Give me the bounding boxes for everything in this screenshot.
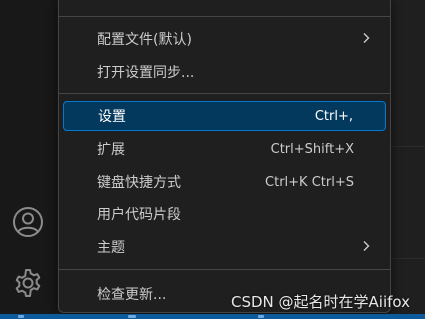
menu-item-label: 扩展: [97, 142, 125, 158]
menu-item-themes[interactable]: 主题: [63, 232, 386, 262]
menu-separator: [59, 269, 390, 270]
menu-item-label: 打开设置同步...: [97, 65, 195, 81]
menu-separator: [59, 93, 390, 94]
vscode-window: 配置文件(默认) 打开设置同步... 设置 Ctrl+, 扩展 Ctrl+Shi…: [0, 0, 425, 319]
menu-separator: [59, 16, 390, 17]
menu-item-shortcut: Ctrl+K Ctrl+S: [265, 174, 354, 190]
menu-item-shortcut: Ctrl+Shift+X: [270, 141, 354, 157]
watermark: CSDN @起名时在学Aiifox: [230, 293, 410, 311]
menu-item-label: 用户代码片段: [97, 207, 181, 223]
menu-item-profiles[interactable]: 配置文件(默认): [63, 24, 386, 54]
menu-item-label: 配置文件(默认): [97, 32, 192, 48]
status-item[interactable]: [18, 315, 24, 318]
status-item[interactable]: [258, 315, 264, 318]
manage-gear-icon[interactable]: [11, 266, 45, 300]
activity-bar: [0, 0, 57, 319]
editor-divider: [387, 258, 425, 259]
chevron-right-icon: [363, 241, 370, 251]
editor-divider: [387, 146, 425, 147]
chevron-right-icon: [363, 33, 370, 43]
menu-item-user-snippets[interactable]: 用户代码片段: [63, 199, 386, 229]
menu-item-label: 设置: [98, 109, 126, 125]
menu-item-label: 主题: [97, 240, 125, 256]
menu-item-extensions[interactable]: 扩展 Ctrl+Shift+X: [63, 134, 386, 164]
menu-item-keyboard-shortcuts[interactable]: 键盘快捷方式 Ctrl+K Ctrl+S: [63, 167, 386, 197]
status-item[interactable]: [128, 315, 136, 318]
menu-item-shortcut: Ctrl+,: [314, 108, 353, 124]
account-icon[interactable]: [11, 205, 45, 239]
manage-context-menu: 配置文件(默认) 打开设置同步... 设置 Ctrl+, 扩展 Ctrl+Shi…: [58, 0, 391, 313]
menu-item-label: 键盘快捷方式: [97, 175, 181, 191]
menu-item-settings[interactable]: 设置 Ctrl+,: [63, 101, 386, 131]
status-bar: [0, 314, 425, 319]
menu-item-settings-sync[interactable]: 打开设置同步...: [63, 57, 386, 87]
